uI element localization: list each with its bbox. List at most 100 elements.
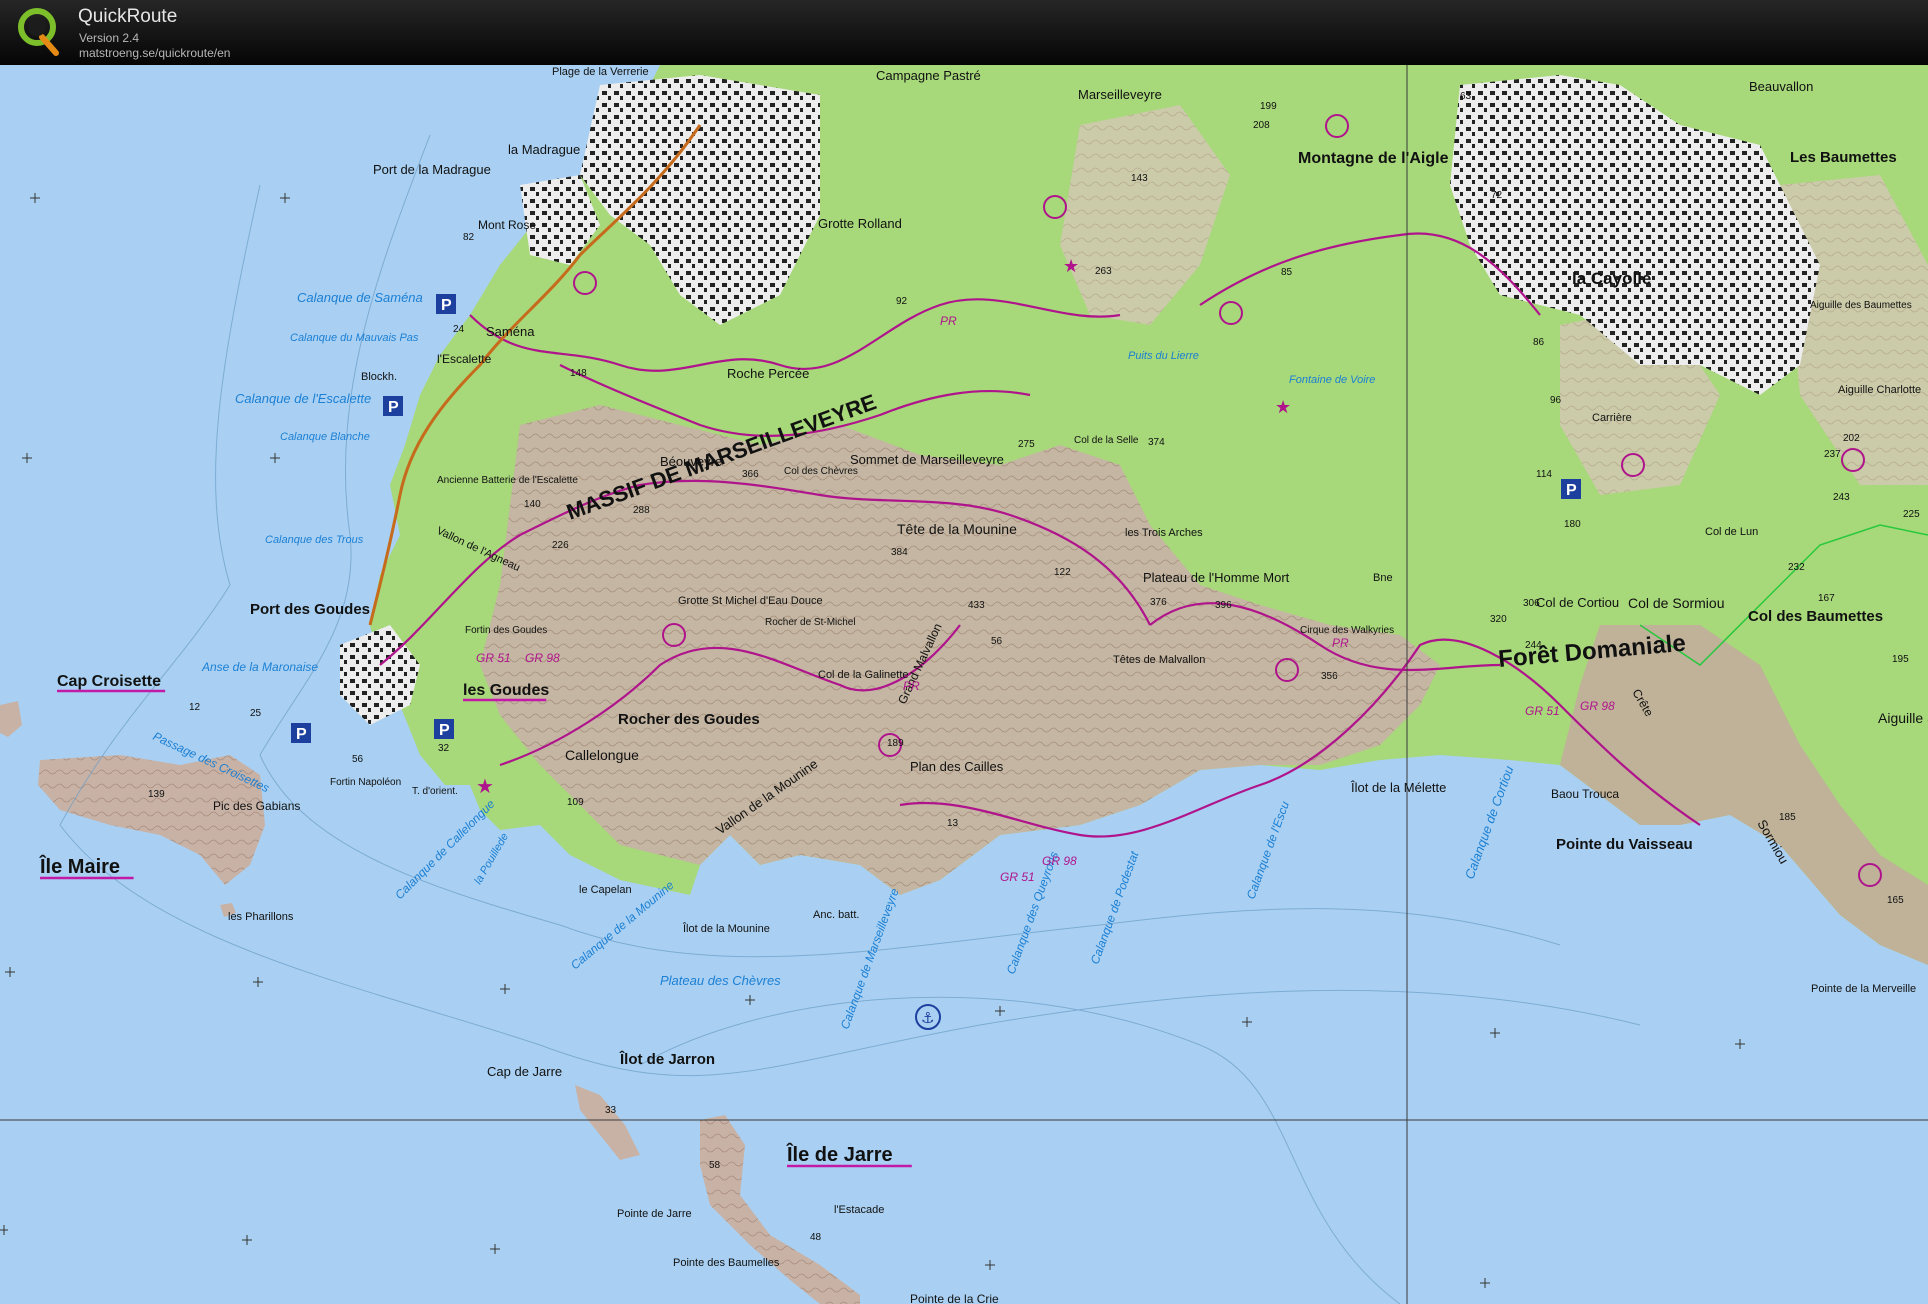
svg-text:P: P — [388, 399, 399, 416]
place-label: Col de Lun — [1705, 526, 1758, 538]
spot-height-label: 199 — [1260, 101, 1277, 112]
place-label: les Trois Arches — [1125, 527, 1203, 539]
place-label: le Capelan — [579, 884, 632, 896]
route-code-label: GR 51 — [1000, 870, 1035, 884]
place-label: Calanque des Queyrons — [1004, 850, 1061, 976]
place-label: Col des Chèvres — [784, 466, 858, 477]
parking-icon: P — [1561, 479, 1581, 499]
place-label: Aiguille Charlotte — [1838, 384, 1921, 396]
place-label: Mont Rose — [478, 218, 536, 232]
app-url: matstroeng.se/quickroute/en — [79, 46, 231, 60]
spot-height-label: 25 — [250, 708, 262, 719]
spot-height-label: 148 — [570, 368, 587, 379]
place-label: Pointe de la Crie — [910, 1292, 999, 1304]
spot-height-label: 189 — [887, 738, 904, 749]
place-label: Bne — [1373, 572, 1393, 584]
spot-height-label: 122 — [1054, 567, 1071, 578]
spot-height-label: 384 — [891, 547, 908, 558]
spot-height-label: 72 — [1491, 190, 1503, 201]
place-label: Îlot de la Mélette — [1350, 780, 1446, 795]
spot-height-label: 366 — [742, 469, 759, 480]
place-label: Col de Sormiou — [1628, 595, 1725, 611]
spot-height-label: 140 — [524, 499, 541, 510]
place-label: Rocher des Goudes — [618, 711, 760, 728]
spot-height-label: 232 — [1788, 562, 1805, 573]
place-label: Carrière — [1592, 412, 1632, 424]
place-label: Calanque des Trous — [265, 534, 364, 546]
spot-height-label: 288 — [633, 505, 650, 516]
app-title: QuickRoute — [78, 6, 178, 27]
place-label: Col de Cortiou — [1536, 595, 1619, 610]
route-code-label: PR — [903, 679, 920, 693]
place-label: Calanque de l'Escu — [1244, 799, 1293, 901]
place-label: Aiguille Sormiou — [1878, 710, 1928, 726]
place-label: Montagne de l'Aigle — [1298, 150, 1449, 167]
spot-height-label: 63 — [1460, 91, 1472, 102]
place-label: Pointe de la Merveille — [1811, 983, 1916, 995]
place-label: Plage de la Verrerie — [552, 66, 649, 78]
spot-height-label: 167 — [1818, 593, 1835, 604]
spot-height-label: 92 — [896, 296, 908, 307]
place-label: Tête de la Mounine — [897, 521, 1017, 537]
place-label: Cirque des Walkyries — [1300, 625, 1394, 636]
route-code-label: GR 98 — [1042, 854, 1077, 868]
spot-height-label: 306 — [1523, 598, 1540, 609]
star-icon: ★ — [1063, 256, 1079, 277]
place-label: Plateau de l'Homme Mort — [1143, 570, 1290, 585]
spot-height-label: 226 — [552, 540, 569, 551]
route-code-label: GR 98 — [1580, 699, 1615, 713]
spot-height-label: 86 — [1533, 337, 1545, 348]
topographic-map[interactable]: P P P P P ⚓ ★ ★ ★ Plage de la Verrerie l… — [0, 65, 1928, 1304]
spot-height-label: 96 — [1550, 395, 1562, 406]
map-canvas: P P P P P ⚓ ★ ★ ★ Plage de la Verreriela… — [0, 65, 1928, 1304]
spot-height-label: 48 — [810, 1232, 822, 1243]
spot-height-label: 202 — [1843, 433, 1860, 444]
islet-west — [0, 701, 22, 737]
place-label: Îlot de Jarron — [619, 1050, 715, 1068]
place-label: Col de la Selle — [1074, 435, 1139, 446]
place-label: Col de la Galinette — [818, 669, 909, 681]
spot-height-label: 225 — [1903, 509, 1920, 520]
svg-text:P: P — [441, 297, 452, 314]
place-label: Cap Croisette — [57, 673, 161, 690]
svg-text:P: P — [296, 726, 307, 743]
place-label: Beauvallon — [1749, 79, 1813, 94]
place-label: l'Escalette — [437, 352, 492, 366]
spot-height-label: 58 — [709, 1160, 721, 1171]
place-label: Pointe de Jarre — [617, 1208, 692, 1220]
spot-height-label: 13 — [947, 818, 959, 829]
star-icon: ★ — [476, 774, 494, 798]
place-label: Rocher de St-Michel — [765, 617, 856, 628]
place-label: Îlot de la Mounine — [682, 922, 770, 935]
place-label: Pic des Gabians — [213, 799, 300, 813]
spot-height-label: 109 — [567, 797, 584, 808]
spot-height-label: 56 — [352, 754, 364, 765]
place-label: Callelongue — [565, 747, 639, 763]
parking-icon: P — [383, 396, 403, 416]
route-code-label: GR 51 — [476, 651, 511, 665]
spot-height-label: 85 — [1281, 267, 1293, 278]
place-label: les Pharillons — [228, 911, 294, 923]
place-label: Sommet de Marseilleveyre — [850, 452, 1004, 467]
place-label: Pointe des Baumelles — [673, 1257, 780, 1269]
place-label: Campagne Pastré — [876, 68, 981, 83]
app-version: Version 2.4 — [79, 31, 140, 45]
place-label: Port des Goudes — [250, 601, 370, 618]
spot-height-label: 32 — [438, 743, 450, 754]
place-label: Calanque de l'Escalette — [235, 391, 371, 406]
place-label: Calanque Blanche — [280, 431, 370, 443]
spot-height-label: 143 — [1131, 173, 1148, 184]
place-label: la Pouillede — [472, 831, 511, 886]
place-label: Grotte St Michel d'Eau Douce — [678, 595, 823, 607]
place-label: Béouveyre — [660, 454, 722, 469]
route-code-label: GR 51 — [1525, 704, 1560, 718]
star-icon: ★ — [1275, 397, 1291, 418]
svg-text:⚓: ⚓ — [921, 1009, 934, 1027]
place-label: Île de Jarre — [786, 1142, 893, 1166]
place-label: Calanque de Podestat — [1088, 849, 1142, 966]
place-label: Col des Baumettes — [1748, 608, 1883, 625]
spot-height-label: 208 — [1253, 120, 1270, 131]
place-label: Roche Percée — [727, 366, 809, 381]
spot-height-label: 195 — [1892, 654, 1909, 665]
spot-height-label: 374 — [1148, 437, 1165, 448]
